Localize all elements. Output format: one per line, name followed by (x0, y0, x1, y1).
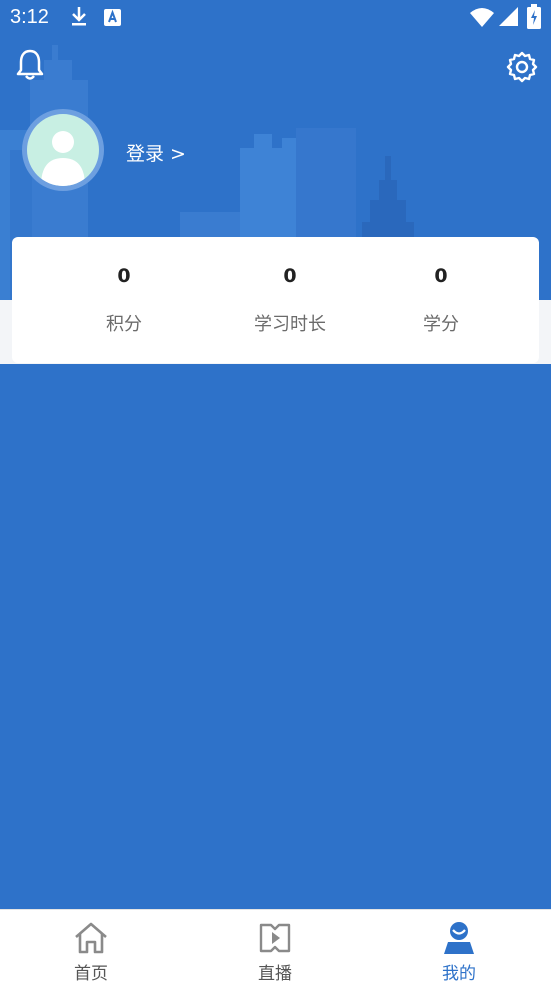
stat-value: 0 (117, 265, 131, 287)
stat-label: 学习时长 (254, 314, 326, 335)
download-icon (72, 7, 86, 26)
avatar[interactable] (22, 109, 104, 191)
app-notification-icon (104, 9, 121, 26)
user-silhouette-icon (41, 131, 85, 186)
stats-card: 0 积分 0 学习时长 0 学分 (12, 237, 539, 363)
profile-icon (444, 922, 474, 954)
nav-label: 直播 (258, 964, 292, 981)
home-icon (75, 922, 107, 954)
stat-label: 学分 (423, 314, 459, 335)
signal-icon (499, 7, 518, 26)
bell-icon[interactable] (14, 48, 46, 82)
live-icon (259, 923, 291, 953)
stat-label: 积分 (106, 314, 142, 335)
login-link[interactable]: 登录 > (126, 139, 186, 166)
nav-item-mine[interactable]: 我的 (399, 910, 519, 981)
stat-value: 0 (283, 265, 297, 287)
status-time: 3:12 (10, 6, 49, 28)
nav-label: 首页 (74, 964, 108, 981)
wifi-icon (470, 8, 494, 27)
settings-gear-icon[interactable] (506, 50, 538, 84)
battery-icon (527, 4, 541, 29)
nav-label: 我的 (442, 964, 476, 981)
bottom-nav: 首页 直播 我的 (0, 909, 551, 981)
avatar-image (27, 114, 99, 186)
nav-item-home[interactable]: 首页 (31, 910, 151, 981)
stat-value: 0 (434, 265, 448, 287)
nav-item-live[interactable]: 直播 (215, 910, 335, 981)
status-bar: 3:12 (0, 0, 551, 36)
